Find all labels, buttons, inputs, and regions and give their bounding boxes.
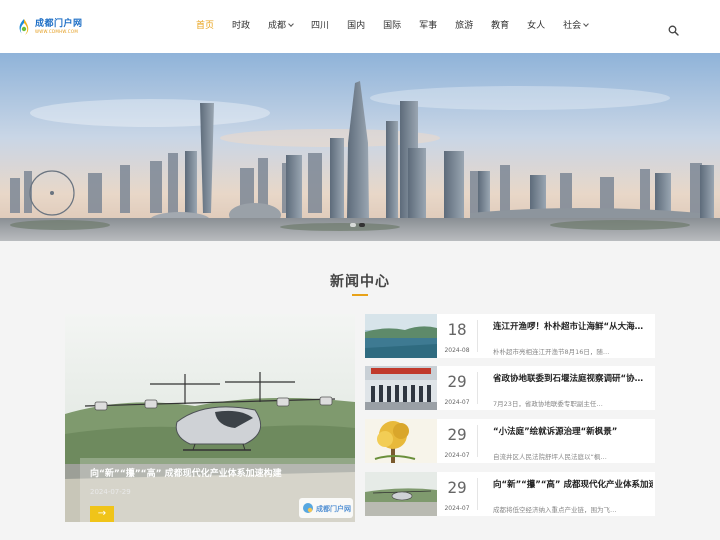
news-year-month: 2024-07	[444, 452, 470, 459]
news-summary: 朴朴超市亮相连江开渔节8月16日，随…	[493, 348, 610, 356]
news-divider	[477, 478, 478, 510]
nav-item[interactable]: 国内	[347, 0, 365, 53]
news-title[interactable]: 向“新”“攥”“高” 成都现代化产业体系加速	[493, 478, 653, 490]
news-day: 29	[447, 372, 467, 391]
news-year-month: 2024-07	[444, 399, 470, 406]
hero-banner[interactable]	[0, 53, 720, 241]
featured-article[interactable]: 成都门户网 向“新”“攥”“高” 成都现代化产业体系加速构建 2024-07-2…	[65, 314, 355, 522]
search-icon[interactable]	[668, 25, 679, 36]
chevron-down-icon	[583, 21, 590, 27]
news-summary: 成都将低空经济纳入重点产业链，围为飞…	[493, 506, 617, 514]
news-title[interactable]: “小法庭”绘就诉源治理“新枫景”	[493, 425, 653, 437]
news-thumbnail[interactable]	[365, 472, 437, 516]
news-divider	[477, 372, 478, 404]
nav-item-label: 国际	[383, 21, 402, 31]
logo-url: WWW.CDMHW.COM	[35, 29, 79, 34]
nav-item-label: 四川	[311, 21, 330, 31]
news-thumbnail[interactable]	[365, 419, 437, 463]
nav-item[interactable]: 旅游	[455, 0, 473, 53]
nav-item[interactable]: 成都	[268, 0, 294, 53]
featured-date: 2024-07-29	[90, 488, 131, 496]
nav-item[interactable]: 教育	[491, 0, 509, 53]
nav-item-label: 国内	[347, 21, 366, 31]
banner-pagination	[350, 223, 368, 227]
news-divider	[477, 320, 478, 352]
news-day: 18	[447, 320, 467, 339]
news-day: 29	[447, 425, 467, 444]
news-divider	[477, 425, 478, 457]
news-year-month: 2024-07	[444, 505, 470, 512]
section-title: 新闻中心	[330, 274, 390, 290]
section-underline	[352, 294, 368, 296]
featured-title[interactable]: 向“新”“攥”“高” 成都现代化产业体系加速构建	[90, 466, 345, 479]
site-header: 成都门户网 WWW.CDMHW.COM 首页 时政 成都 四川 国内 国际 军事 旅游 教育 女人…	[0, 0, 720, 53]
main-nav: 首页 时政 成都 四川 国内 国际 军事 旅游 教育 女人 社会	[196, 0, 606, 53]
nav-item[interactable]: 社会	[563, 0, 590, 53]
city-skyline-image	[0, 53, 720, 241]
nav-item[interactable]: 时政	[232, 0, 250, 53]
news-item[interactable]: 29 2024-07 省政协地联委到石堰法庭视察调研“协… 7月23日，省政协地联委专…	[365, 366, 655, 410]
news-item[interactable]: 18 2024-08 连江开渔啰！朴朴超市让海鲜“从大海… 朴朴超市亮相连江开渔节8月…	[365, 314, 655, 358]
news-summary: 7月23日，省政协地联委专职副主任…	[493, 400, 603, 408]
news-thumbnail[interactable]	[365, 366, 437, 410]
nav-item-label: 首页	[196, 21, 215, 31]
news-day: 29	[447, 478, 467, 497]
logo-name: 成都门户网	[35, 19, 83, 29]
site-logo[interactable]: 成都门户网 WWW.CDMHW.COM	[16, 18, 83, 36]
nav-item[interactable]: 军事	[419, 0, 437, 53]
nav-item-label: 旅游	[455, 21, 474, 31]
featured-more-button[interactable]: →	[90, 506, 114, 522]
news-summary: 自流井区人民法院舒坪人民法庭以“枫…	[493, 453, 607, 461]
nav-item-label: 女人	[527, 21, 546, 31]
nav-item-label: 成都	[268, 21, 287, 31]
banner-dot[interactable]	[350, 223, 356, 227]
news-title[interactable]: 连江开渔啰！朴朴超市让海鲜“从大海…	[493, 320, 653, 332]
nav-item[interactable]: 女人	[527, 0, 545, 53]
nav-item[interactable]: 四川	[311, 0, 329, 53]
nav-item[interactable]: 首页	[196, 0, 214, 53]
news-thumbnail[interactable]	[365, 314, 437, 358]
news-item[interactable]: 29 2024-07 向“新”“攥”“高” 成都现代化产业体系加速成都将低空经济纳入…	[365, 472, 655, 516]
featured-caption: 向“新”“攥”“高” 成都现代化产业体系加速构建 2024-07-29	[80, 458, 355, 522]
nav-item-label: 军事	[419, 21, 438, 31]
nav-item-label: 教育	[491, 21, 510, 31]
nav-item-label: 社会	[563, 21, 582, 31]
nav-item-label: 时政	[232, 21, 251, 31]
logo-icon	[19, 19, 29, 35]
chevron-down-icon	[288, 21, 294, 27]
banner-dot-active[interactable]	[359, 223, 365, 227]
news-item[interactable]: 29 2024-07 “小法庭”绘就诉源治理“新枫景” 自流井区人民法院舒坪人民法庭以…	[365, 419, 655, 463]
nav-item[interactable]: 国际	[383, 0, 401, 53]
news-title[interactable]: 省政协地联委到石堰法庭视察调研“协…	[493, 372, 653, 384]
news-year-month: 2024-08	[444, 347, 470, 354]
